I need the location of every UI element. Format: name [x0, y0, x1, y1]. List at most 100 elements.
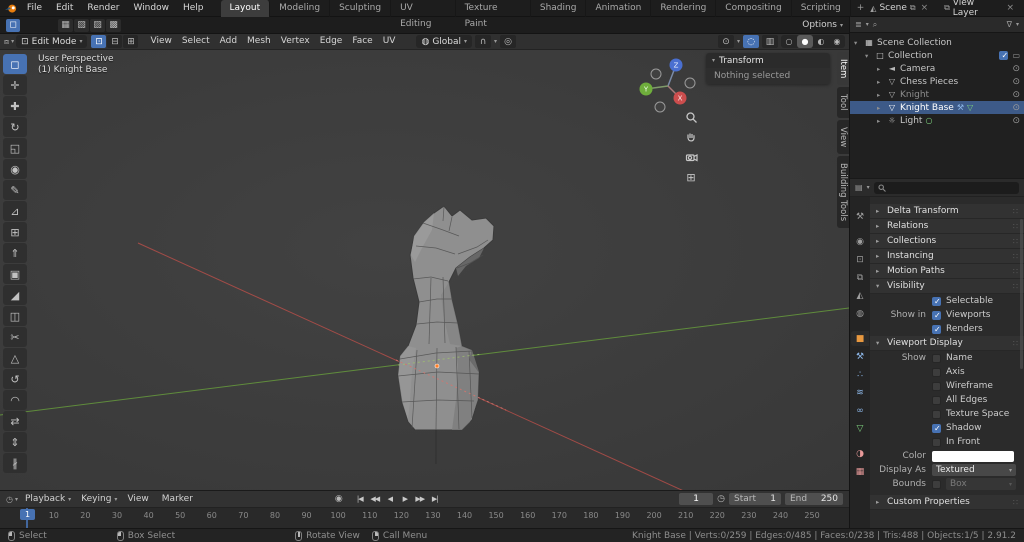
expand-arrow-icon[interactable]: ▸: [877, 78, 886, 86]
tool-scale[interactable]: ◱: [3, 138, 27, 158]
snap-magnet-icon[interactable]: ∩: [475, 35, 492, 48]
workspace-tab[interactable]: Animation: [586, 0, 652, 17]
play-button[interactable]: ▶: [398, 493, 412, 506]
tool-spin[interactable]: ↺: [3, 369, 27, 389]
zoom-icon[interactable]: [684, 110, 698, 124]
tool-move[interactable]: ✚: [3, 96, 27, 116]
axis-z-negative-ball[interactable]: [654, 101, 666, 113]
property-checkbox[interactable]: [932, 296, 941, 306]
workspace-tab[interactable]: Rendering: [651, 0, 717, 17]
property-checkbox[interactable]: [932, 353, 941, 363]
perspective-toggle-icon[interactable]: ⊞: [684, 170, 698, 184]
property-checkbox[interactable]: [932, 409, 941, 419]
options-dropdown[interactable]: Options ▾: [802, 20, 843, 30]
outliner-editor-icon[interactable]: ≣: [855, 20, 862, 29]
timeline-menu-item[interactable]: Keying ▾: [76, 494, 122, 504]
properties-editor-icon[interactable]: ▤: [855, 183, 863, 192]
properties-search-input[interactable]: [873, 181, 1019, 194]
tool-poly-build[interactable]: △: [3, 348, 27, 368]
collection-checkbox[interactable]: [999, 51, 1009, 60]
axis-x-negative-ball[interactable]: [650, 68, 662, 80]
tool-knife[interactable]: ✂: [3, 327, 27, 347]
panel-header[interactable]: ▸ Relations ∷: [870, 219, 1024, 234]
display-as-dropdown[interactable]: Textured ▾: [932, 464, 1016, 476]
tool-rotate[interactable]: ↻: [3, 117, 27, 137]
navigation-gizmo[interactable]: Z Y X: [636, 52, 700, 116]
viewport-menu-item[interactable]: Select: [177, 34, 215, 49]
timeline-menu-item[interactable]: View: [122, 494, 156, 504]
viewport-3d[interactable]: ◻ ✛ ✚ ↻ ◱ ◉ ✎ ⊿ ⊞ ⇑ ▣ ◢ ◫ ✂ △ ↺ ◠ ⇄ ⇕ ∦ User Perspective (1…: [0, 50, 849, 490]
jump-to-end-button[interactable]: ▶|: [428, 493, 442, 506]
outliner-row[interactable]: ▾ □ Collection ▭ ⊙: [850, 49, 1024, 62]
knight-mesh[interactable]: [397, 205, 495, 431]
mode-dropdown[interactable]: ⊡ Edit Mode ▾: [16, 35, 88, 48]
viewport-menu-item[interactable]: Mesh: [242, 34, 276, 49]
tab-render[interactable]: ◉: [851, 234, 869, 249]
tool-edge-slide[interactable]: ⇄: [3, 411, 27, 431]
expand-arrow-icon[interactable]: ▸: [877, 65, 886, 73]
outliner-item-label[interactable]: Light: [900, 116, 922, 126]
vertex-select-toggle[interactable]: ⊡: [91, 35, 107, 48]
workspace-tab[interactable]: Modeling: [270, 0, 331, 17]
timeline-menu-item[interactable]: Playback ▾: [20, 494, 76, 504]
expand-arrow-icon[interactable]: ▸: [877, 117, 886, 125]
eye-visibility-icon[interactable]: ⊙: [1012, 90, 1020, 100]
tab-output[interactable]: ⊡: [851, 252, 869, 267]
wireframe-shading-button[interactable]: ○: [781, 35, 797, 48]
rendered-shading-button[interactable]: ◉: [829, 35, 845, 48]
viewport-menu-item[interactable]: Edge: [315, 34, 348, 49]
panel-drag-dots-icon[interactable]: ∷: [1013, 237, 1018, 246]
property-checkbox[interactable]: [932, 395, 941, 405]
viewport-menu-item[interactable]: Face: [347, 34, 377, 49]
filter-funnel-icon[interactable]: ∇: [1007, 20, 1012, 29]
eye-visibility-icon[interactable]: ⊙: [1012, 64, 1020, 74]
property-checkbox[interactable]: [932, 423, 941, 433]
outliner-item-label[interactable]: Knight Base: [900, 103, 954, 113]
menu-item[interactable]: Render: [80, 0, 126, 16]
workspace-tab[interactable]: Layout: [220, 0, 271, 17]
tool-shrink-flatten[interactable]: ⇕: [3, 432, 27, 452]
panel-header[interactable]: ▸ Motion Paths ∷: [870, 264, 1024, 279]
eye-visibility-icon[interactable]: ⊙: [1012, 77, 1020, 87]
axis-y-negative-ball[interactable]: [684, 77, 696, 89]
camera-view-icon[interactable]: [684, 150, 698, 164]
panel-drag-dots-icon[interactable]: ∷: [1013, 267, 1018, 276]
expand-arrow-icon[interactable]: ▸: [877, 104, 886, 112]
expand-arrow-icon[interactable]: ▾: [854, 39, 863, 47]
material-shading-button[interactable]: ◐: [813, 35, 829, 48]
select-mode-set[interactable]: ▦: [58, 18, 73, 32]
bounds-checkbox[interactable]: [932, 479, 941, 489]
transform-panel-header[interactable]: ▾ Transform: [706, 53, 830, 68]
face-select-toggle[interactable]: ⊞: [123, 35, 139, 48]
jump-to-start-button[interactable]: |◀: [353, 493, 367, 506]
add-workspace-button[interactable]: +: [851, 0, 871, 16]
workspace-tab[interactable]: Shading: [531, 0, 587, 17]
panel-header[interactable]: ▸ Collections ∷: [870, 234, 1024, 249]
current-frame-playhead[interactable]: 1: [20, 509, 35, 520]
xray-toggle-icon[interactable]: ▥: [762, 35, 778, 48]
orientation-dropdown[interactable]: ◍ Global ▾: [416, 35, 473, 48]
tab-tool[interactable]: ⚒: [851, 209, 869, 224]
workspace-tab[interactable]: Texture Paint: [456, 0, 531, 29]
property-checkbox[interactable]: [932, 437, 941, 447]
active-tool-select-box-icon[interactable]: ◻: [6, 18, 20, 32]
tool-bevel[interactable]: ◢: [3, 285, 27, 305]
editor-type-icon[interactable]: ⧈: [4, 37, 9, 47]
viewport-menu-item[interactable]: Add: [215, 34, 242, 49]
select-mode-subtract[interactable]: ▨: [90, 18, 105, 32]
select-mode-extend[interactable]: ▧: [74, 18, 89, 32]
preview-range-clock-icon[interactable]: ◷: [717, 494, 725, 504]
timeline-ruler[interactable]: 10 20 30 40 50 60 70 80 90 100 110 120 130 140 150 160 1…: [0, 508, 849, 528]
panel-drag-dots-icon[interactable]: ∷: [1013, 252, 1018, 261]
edge-select-toggle[interactable]: ⊟: [107, 35, 123, 48]
property-checkbox[interactable]: [932, 324, 941, 334]
panel-header[interactable]: ▸ Instancing ∷: [870, 249, 1024, 264]
color-swatch[interactable]: [932, 450, 1014, 462]
tab-world[interactable]: ◍: [851, 306, 869, 321]
tool-inset-faces[interactable]: ▣: [3, 264, 27, 284]
outliner-item-label[interactable]: Scene Collection: [877, 38, 952, 48]
menu-item[interactable]: Help: [176, 0, 211, 16]
workspace-tab[interactable]: Scripting: [792, 0, 851, 17]
sidebar-tab[interactable]: Building Tools: [837, 156, 849, 229]
outliner-row[interactable]: ▸ ▽ Knight ▭ ⊙: [850, 88, 1024, 101]
